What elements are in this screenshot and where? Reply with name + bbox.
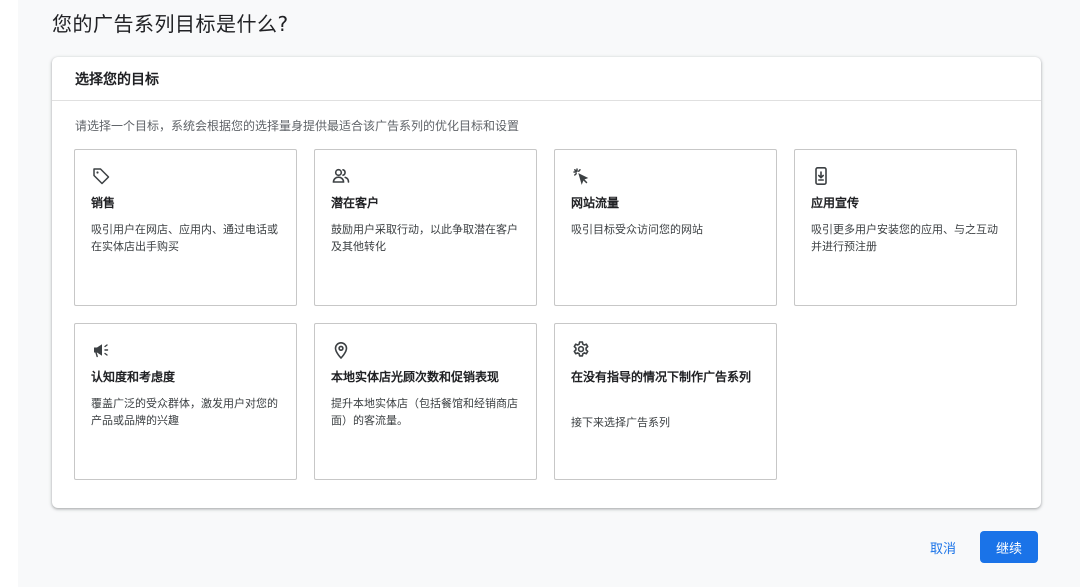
goal-title: 在没有指导的情况下制作广告系列	[571, 370, 752, 384]
goal-selection-panel: 选择您的目标 请选择一个目标，系统会根据您的选择量身提供最适合该广告系列的优化目…	[52, 57, 1041, 508]
goal-card-awareness[interactable]: 认知度和考虑度 覆盖广泛的受众群体，激发用户对您的产品或品牌的兴趣	[74, 323, 297, 480]
goal-description: 覆盖广泛的受众群体，激发用户对您的产品或品牌的兴趣	[91, 397, 278, 427]
goal-title: 认知度和考虑度	[91, 370, 176, 384]
goal-title: 潜在客户	[331, 196, 380, 210]
goal-description: 提升本地实体店（包括餐馆和经销商店面）的客流量。	[331, 397, 518, 427]
goal-description: 吸引更多用户安装您的应用、与之互动并进行预注册	[811, 223, 998, 253]
goal-title: 网站流量	[571, 196, 620, 210]
cursor-click-icon	[571, 166, 591, 186]
continue-button[interactable]: 继续	[980, 531, 1038, 563]
page-title: 您的广告系列目标是什么?	[52, 12, 289, 36]
goal-title: 应用宣传	[811, 196, 860, 210]
tag-icon	[91, 166, 111, 186]
people-icon	[331, 166, 351, 186]
goal-description: 鼓励用户采取行动，以此争取潜在客户及其他转化	[331, 223, 518, 253]
goal-card-sales[interactable]: 销售 吸引用户在网店、应用内、通过电话或在实体店出手购买	[74, 149, 297, 306]
goal-card-no-guidance[interactable]: 在没有指导的情况下制作广告系列 接下来选择广告系列	[554, 323, 777, 480]
goal-card-local-store-visits[interactable]: 本地实体店光顾次数和促销表现 提升本地实体店（包括餐馆和经销商店面）的客流量。	[314, 323, 537, 480]
gear-icon	[571, 340, 591, 360]
phone-download-icon	[811, 166, 831, 186]
cancel-button[interactable]: 取消	[920, 532, 966, 562]
panel-header: 选择您的目标	[52, 57, 1041, 101]
goal-description: 吸引目标受众访问您的网站	[571, 223, 703, 236]
panel-description: 请选择一个目标，系统会根据您的选择量身提供最适合该广告系列的优化目标和设置	[75, 119, 520, 133]
goal-card-website-traffic[interactable]: 网站流量 吸引目标受众访问您的网站	[554, 149, 777, 306]
goal-card-leads[interactable]: 潜在客户 鼓励用户采取行动，以此争取潜在客户及其他转化	[314, 149, 537, 306]
goal-card-app-promotion[interactable]: 应用宣传 吸引更多用户安装您的应用、与之互动并进行预注册	[794, 149, 1017, 306]
goal-description: 吸引用户在网店、应用内、通过电话或在实体店出手购买	[91, 223, 278, 253]
goal-title: 本地实体店光顾次数和促销表现	[331, 370, 500, 384]
location-pin-icon	[331, 340, 351, 360]
left-margin-strip	[0, 0, 18, 587]
megaphone-icon	[91, 340, 111, 360]
goal-description: 接下来选择广告系列	[571, 416, 670, 429]
goal-title: 销售	[91, 196, 116, 210]
